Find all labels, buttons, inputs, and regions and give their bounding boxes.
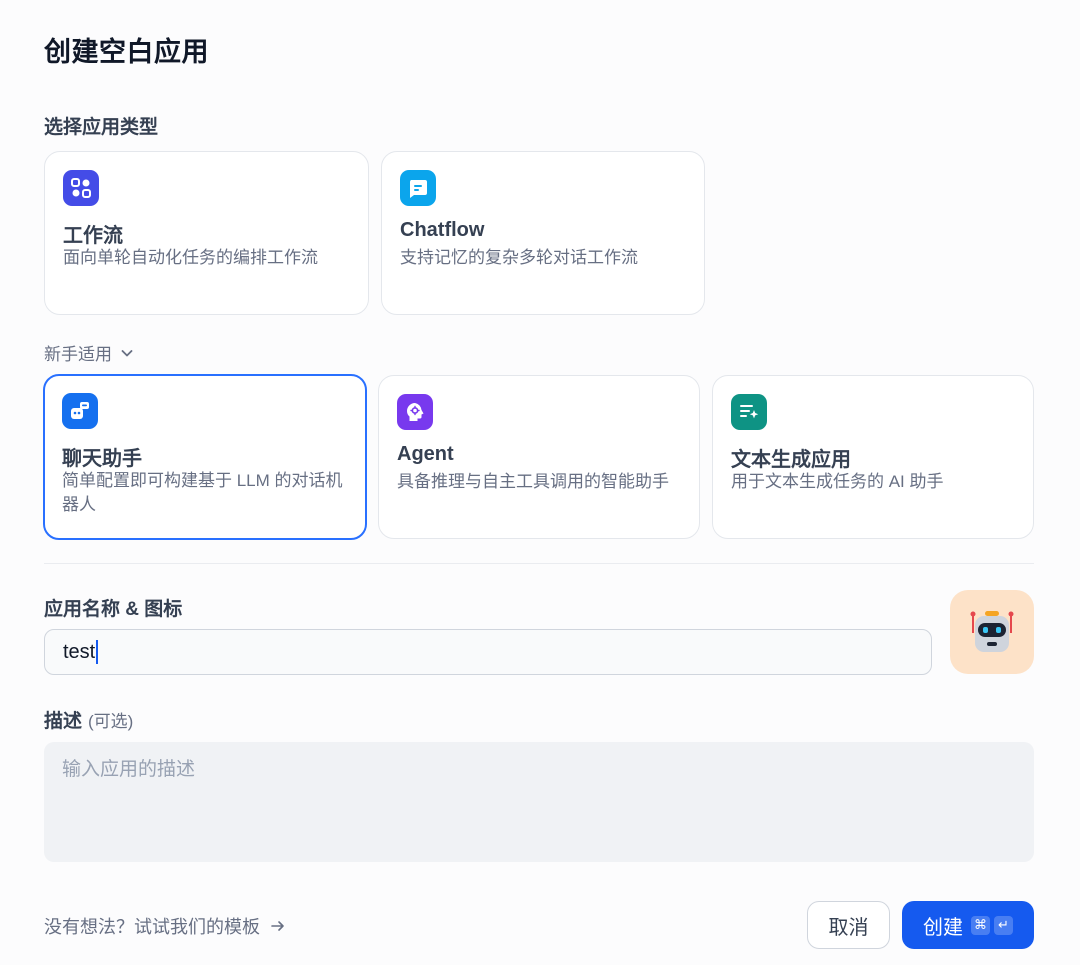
description-label: 描述 [44, 711, 83, 732]
create-button[interactable]: 创建 ⌘ ↵ [902, 901, 1034, 949]
app-type-card-chatflow[interactable]: Chatflow 支持记忆的复杂多轮对话工作流 [381, 151, 705, 315]
card-title: Agent [397, 443, 454, 465]
card-description: 简单配置即可构建基于 LLM 的对话机器人 [62, 471, 343, 514]
dialog-title: 创建空白应用 [44, 37, 209, 67]
chevron-down-icon [121, 349, 133, 356]
enter-key-icon: ↵ [994, 915, 1013, 935]
robot-icon [970, 611, 1014, 652]
card-description: 面向单轮自动化任务的编排工作流 [63, 248, 318, 267]
app-name-value: test [63, 640, 96, 663]
app-name-label: 应用名称 & 图标 [44, 599, 183, 620]
workflow-icon [63, 170, 99, 206]
card-title: Chatflow [400, 219, 485, 241]
card-description: 支持记忆的复杂多轮对话工作流 [400, 248, 638, 267]
app-type-card-agent[interactable]: Agent 具备推理与自主工具调用的智能助手 [378, 375, 700, 539]
app-name-input[interactable]: test [44, 629, 932, 675]
arrow-right-icon [271, 921, 284, 931]
description-textarea[interactable]: 输入应用的描述 [44, 742, 1034, 862]
card-description: 具备推理与自主工具调用的智能助手 [397, 472, 669, 491]
agent-icon [397, 394, 433, 430]
template-link[interactable]: 没有想法？试试我们的模板 [44, 913, 286, 939]
app-type-card-chatbot[interactable]: 聊天助手 简单配置即可构建基于 LLM 的对话机器人 [43, 374, 367, 540]
shortcut-hint: ⌘ ↵ [971, 915, 1013, 935]
card-title: 聊天助手 [62, 448, 142, 470]
beginner-label: 新手适用 [44, 345, 112, 364]
template-link-text: 没有想法？试试我们的模板 [44, 917, 260, 937]
cmd-key-icon: ⌘ [971, 915, 990, 935]
create-button-label: 创建 [923, 916, 963, 939]
optional-hint: (可选) [88, 712, 134, 731]
app-icon-picker[interactable] [950, 590, 1034, 674]
app-type-card-text-generation[interactable]: 文本生成应用 用于文本生成任务的 AI 助手 [712, 375, 1034, 539]
beginner-toggle[interactable]: 新手适用 [44, 340, 134, 365]
cancel-button[interactable]: 取消 [807, 901, 890, 949]
description-placeholder: 输入应用的描述 [62, 759, 196, 780]
card-description: 用于文本生成任务的 AI 助手 [731, 472, 944, 491]
text-generation-icon [731, 394, 767, 430]
description-label-row: 描述 (可选) [44, 706, 133, 733]
divider [44, 563, 1034, 564]
chatbot-icon [62, 393, 98, 429]
card-title: 工作流 [63, 225, 123, 247]
chatflow-icon [400, 170, 436, 206]
text-caret [96, 640, 99, 664]
app-type-label: 选择应用类型 [44, 117, 159, 138]
app-type-card-workflow[interactable]: 工作流 面向单轮自动化任务的编排工作流 [44, 151, 369, 315]
card-title: 文本生成应用 [731, 449, 851, 471]
